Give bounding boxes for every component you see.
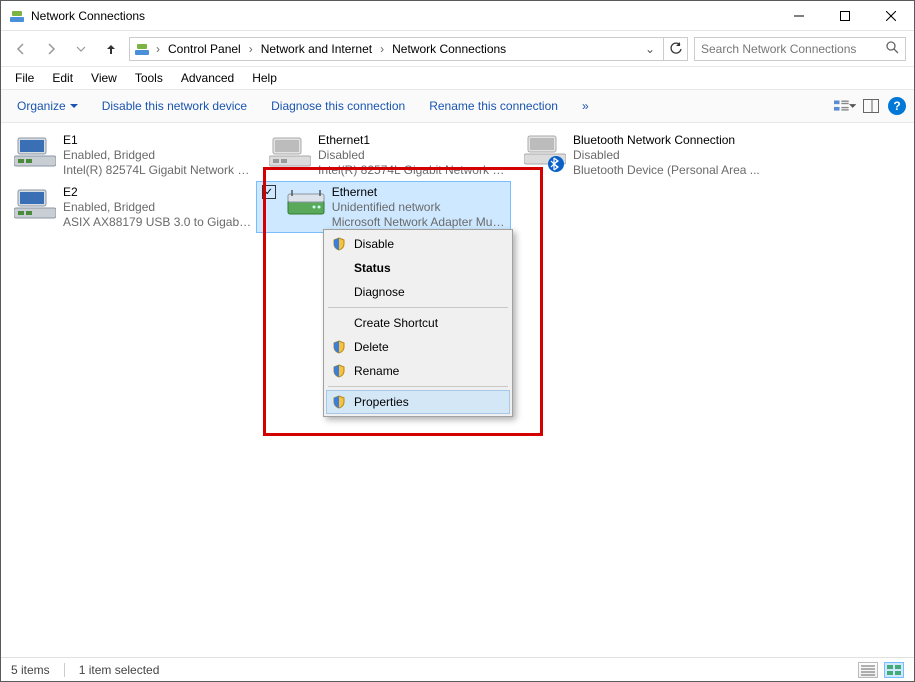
maximize-button[interactable] — [822, 1, 868, 30]
navigation-bar: › Control Panel › Network and Internet ›… — [1, 31, 914, 67]
connection-name: E2 — [63, 185, 252, 200]
connection-status: Disabled — [318, 148, 507, 163]
menubar: File Edit View Tools Advanced Help — [1, 67, 914, 89]
connection-device: Microsoft Network Adapter Multi... — [332, 215, 507, 230]
shield-icon — [330, 362, 348, 380]
more-commands-button[interactable]: » — [572, 95, 599, 117]
search-icon — [886, 41, 899, 57]
search-input[interactable]: Search Network Connections — [694, 37, 906, 61]
connection-name: Bluetooth Network Connection — [573, 133, 760, 148]
shield-icon — [330, 393, 348, 411]
menu-file[interactable]: File — [7, 69, 42, 87]
network-adapter-icon — [13, 131, 57, 175]
help-button[interactable]: ? — [886, 95, 908, 117]
ctx-label: Rename — [354, 364, 399, 378]
menu-tools[interactable]: Tools — [127, 69, 171, 87]
item-count: 5 items — [11, 663, 50, 677]
connection-status: Disabled — [573, 148, 760, 163]
ctx-disable[interactable]: Disable — [326, 232, 510, 256]
ctx-label: Delete — [354, 340, 389, 354]
window-title: Network Connections — [31, 9, 776, 23]
breadcrumb-item[interactable]: Network and Internet — [257, 42, 376, 56]
ctx-create-shortcut[interactable]: Create Shortcut — [326, 311, 510, 335]
rename-connection-button[interactable]: Rename this connection — [419, 95, 568, 117]
ctx-label: Status — [354, 261, 391, 275]
connection-name: E1 — [63, 133, 252, 148]
menu-edit[interactable]: Edit — [44, 69, 81, 87]
minimize-button[interactable] — [776, 1, 822, 30]
connection-item-ethernet[interactable]: ✓ Ethernet Unidentified network Microsof… — [256, 181, 511, 233]
chevron-right-icon[interactable]: › — [154, 42, 162, 56]
connection-status: Enabled, Bridged — [63, 200, 252, 215]
connection-item-e1[interactable]: E1 Enabled, Bridged Intel(R) 82574L Giga… — [1, 129, 256, 181]
connection-device: Intel(R) 82574L Gigabit Network C... — [318, 163, 507, 178]
network-adapter-icon — [523, 131, 567, 175]
titlebar: Network Connections — [1, 1, 914, 31]
details-view-button[interactable] — [858, 662, 878, 678]
connection-item-bluetooth[interactable]: Bluetooth Network Connection Disabled Bl… — [511, 129, 766, 181]
ctx-delete[interactable]: Delete — [326, 335, 510, 359]
ctx-rename[interactable]: Rename — [326, 359, 510, 383]
up-button[interactable] — [99, 37, 123, 61]
ctx-label: Diagnose — [354, 285, 405, 299]
connection-name: Ethernet1 — [318, 133, 507, 148]
command-bar: Organize Disable this network device Dia… — [1, 89, 914, 123]
breadcrumb-item[interactable]: Control Panel — [164, 42, 245, 56]
menu-advanced[interactable]: Advanced — [173, 69, 242, 87]
network-adapter-icon — [268, 131, 312, 175]
app-icon — [9, 8, 25, 24]
ctx-status[interactable]: Status — [326, 256, 510, 280]
connection-item-ethernet1[interactable]: Ethernet1 Disabled Intel(R) 82574L Gigab… — [256, 129, 511, 181]
organize-button[interactable]: Organize — [7, 95, 88, 117]
shield-icon — [330, 338, 348, 356]
forward-button[interactable] — [39, 37, 63, 61]
menu-view[interactable]: View — [83, 69, 125, 87]
recent-locations-button[interactable] — [69, 37, 93, 61]
breadcrumb-item[interactable]: Network Connections — [388, 42, 510, 56]
selection-checkbox[interactable]: ✓ — [262, 185, 276, 199]
large-icons-view-button[interactable] — [884, 662, 904, 678]
breadcrumb[interactable]: › Control Panel › Network and Internet ›… — [129, 37, 664, 61]
network-adapter-icon — [13, 183, 57, 227]
connection-name: Ethernet — [332, 185, 507, 200]
ctx-label: Properties — [354, 395, 409, 409]
preview-pane-button[interactable] — [860, 95, 882, 117]
ctx-properties[interactable]: Properties — [326, 390, 510, 414]
selection-count: 1 item selected — [79, 663, 160, 677]
network-adapter-icon — [286, 183, 326, 223]
content-area: E1 Enabled, Bridged Intel(R) 82574L Giga… — [1, 123, 914, 657]
view-options-button[interactable] — [834, 95, 856, 117]
ctx-diagnose[interactable]: Diagnose — [326, 280, 510, 304]
window-controls — [776, 1, 914, 30]
separator — [328, 307, 508, 308]
close-button[interactable] — [868, 1, 914, 30]
connection-status: Enabled, Bridged — [63, 148, 252, 163]
shield-icon — [330, 235, 348, 253]
help-icon: ? — [888, 97, 906, 115]
connection-device: ASIX AX88179 USB 3.0 to Gigabit E... — [63, 215, 252, 230]
connection-list: E1 Enabled, Bridged Intel(R) 82574L Giga… — [1, 129, 914, 233]
connection-item-e2[interactable]: E2 Enabled, Bridged ASIX AX88179 USB 3.0… — [1, 181, 256, 233]
connection-status: Unidentified network — [332, 200, 507, 215]
connection-device: Bluetooth Device (Personal Area ... — [573, 163, 760, 178]
search-placeholder: Search Network Connections — [701, 42, 886, 56]
location-icon — [134, 41, 150, 57]
separator — [328, 386, 508, 387]
ctx-label: Disable — [354, 237, 394, 251]
diagnose-connection-button[interactable]: Diagnose this connection — [261, 95, 415, 117]
disable-device-button[interactable]: Disable this network device — [92, 95, 257, 117]
back-button[interactable] — [9, 37, 33, 61]
breadcrumb-dropdown[interactable]: ⌄ — [641, 42, 659, 56]
chevron-right-icon[interactable]: › — [378, 42, 386, 56]
context-menu: Disable Status Diagnose Create Shortcut … — [323, 229, 513, 417]
menu-help[interactable]: Help — [244, 69, 285, 87]
chevron-right-icon[interactable]: › — [247, 42, 255, 56]
connection-device: Intel(R) 82574L Gigabit Network C... — [63, 163, 252, 178]
status-bar: 5 items 1 item selected — [1, 657, 914, 681]
divider — [64, 663, 65, 677]
ctx-label: Create Shortcut — [354, 316, 438, 330]
refresh-button[interactable] — [664, 37, 688, 61]
